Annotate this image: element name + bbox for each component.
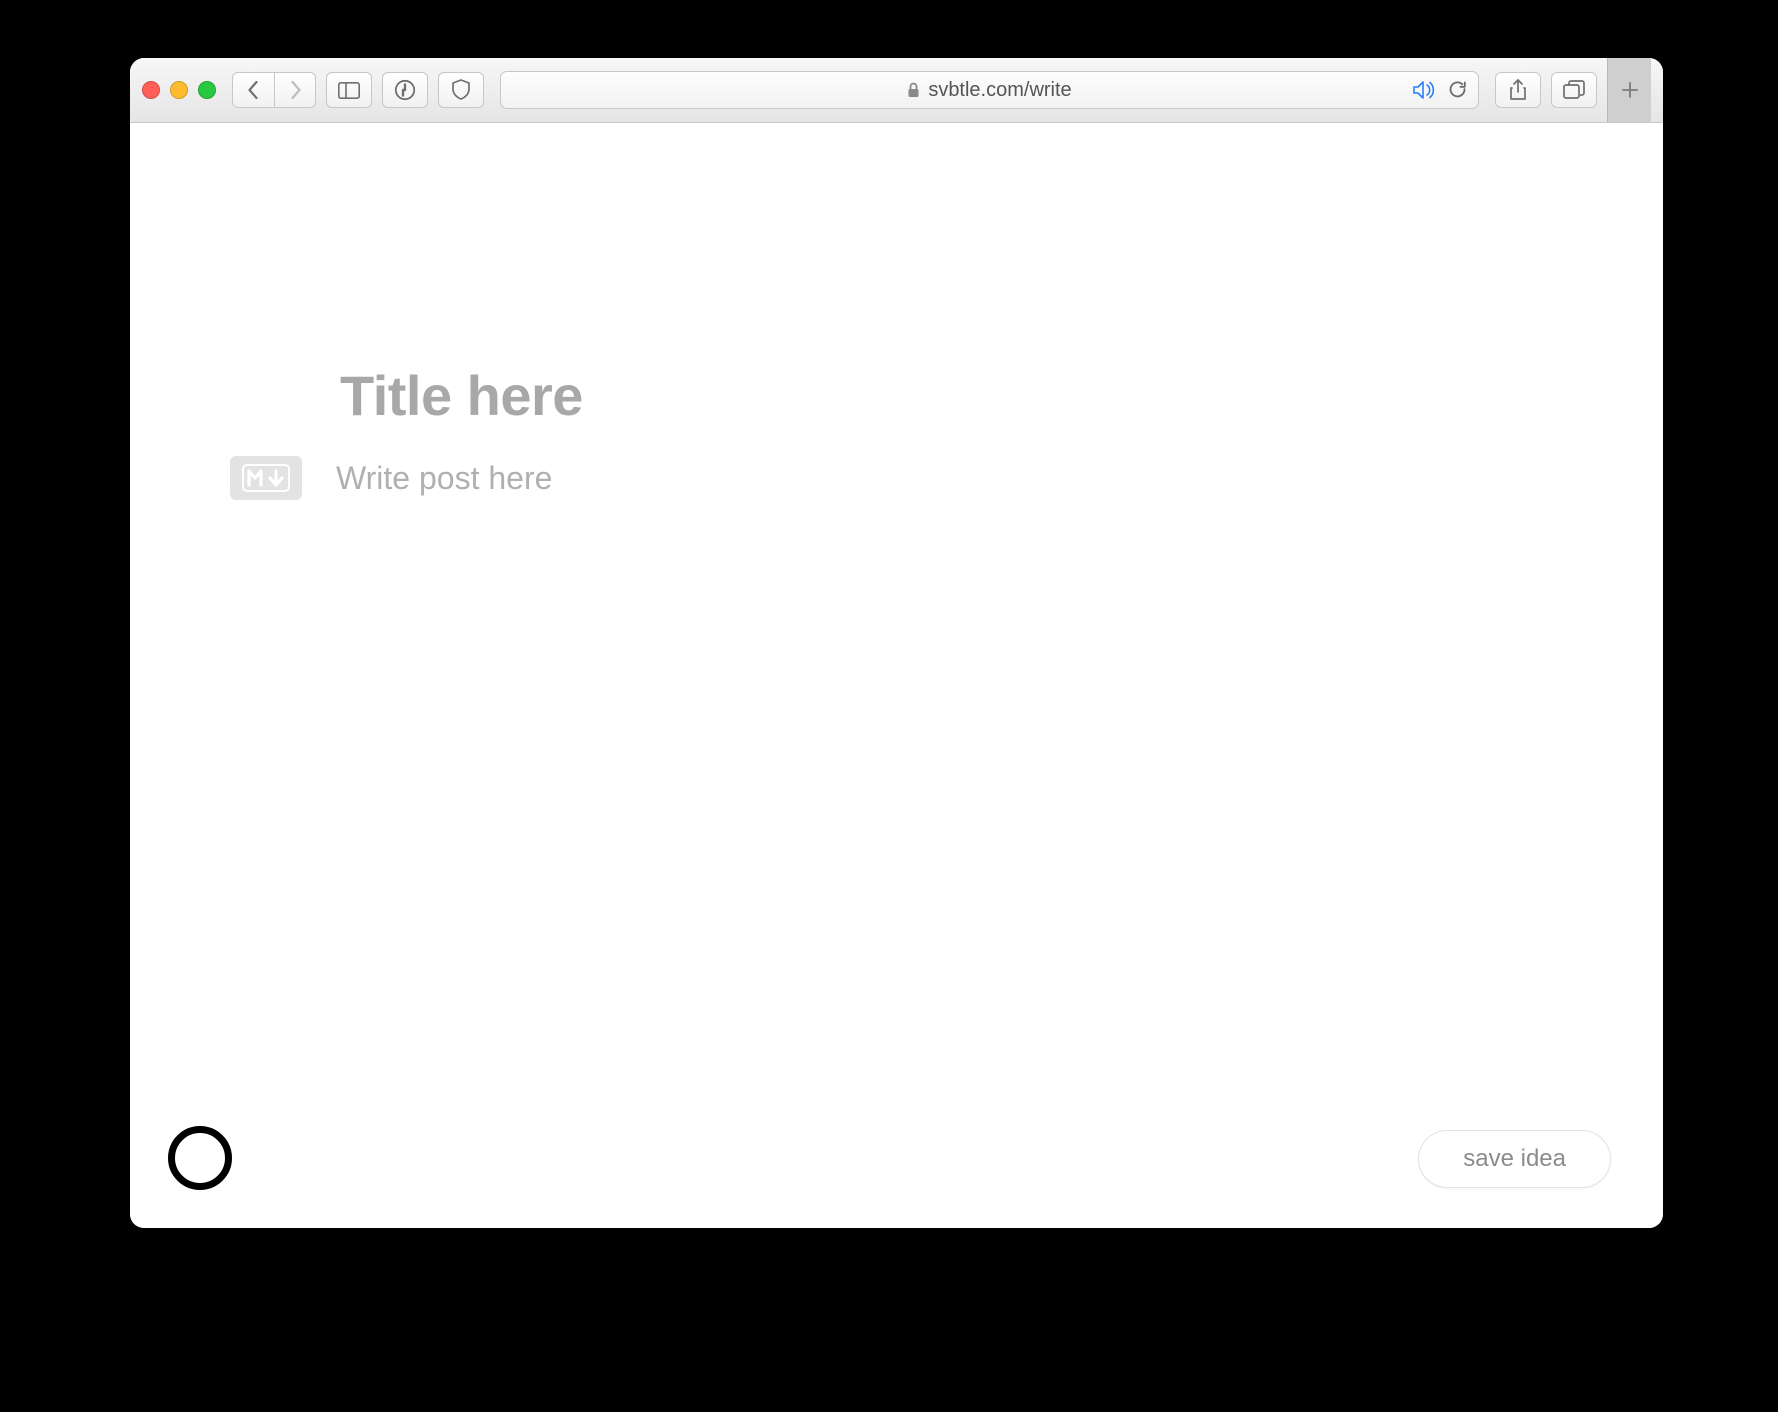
chevron-left-icon	[247, 81, 260, 99]
save-idea-button[interactable]: save idea	[1418, 1130, 1611, 1188]
address-bar[interactable]: svbtle.com/write	[500, 71, 1479, 109]
share-icon	[1509, 79, 1527, 101]
minimize-window-button[interactable]	[170, 81, 188, 99]
fullscreen-window-button[interactable]	[198, 81, 216, 99]
shield-icon	[451, 79, 471, 101]
browser-toolbar: svbtle.com/write	[130, 58, 1663, 123]
nav-buttons	[232, 72, 316, 108]
page-content: save idea	[130, 123, 1663, 1228]
onepassword-icon	[394, 79, 416, 101]
close-window-button[interactable]	[142, 81, 160, 99]
address-bar-content: svbtle.com/write	[907, 79, 1071, 102]
home-button[interactable]	[168, 1126, 232, 1190]
post-body-input[interactable]	[336, 456, 1493, 500]
markdown-toggle[interactable]	[230, 456, 302, 500]
post-title-input[interactable]	[340, 363, 1493, 428]
markdown-icon	[242, 464, 290, 492]
sidebar-toggle-button[interactable]	[326, 72, 372, 108]
window-controls	[142, 81, 216, 99]
onepassword-button[interactable]	[382, 72, 428, 108]
adblock-button[interactable]	[438, 72, 484, 108]
browser-window: svbtle.com/write	[130, 58, 1663, 1228]
back-button[interactable]	[232, 72, 274, 108]
sound-icon[interactable]	[1412, 80, 1436, 100]
post-editor	[340, 363, 1493, 500]
sidebar-icon	[338, 82, 360, 99]
url-text: svbtle.com/write	[928, 79, 1071, 102]
forward-button[interactable]	[274, 72, 316, 108]
new-tab-button[interactable]	[1607, 58, 1651, 122]
tabs-button[interactable]	[1551, 72, 1597, 108]
plus-icon	[1621, 81, 1639, 99]
lock-icon	[907, 82, 920, 98]
reload-icon	[1448, 80, 1468, 100]
chevron-right-icon	[289, 81, 302, 99]
share-button[interactable]	[1495, 72, 1541, 108]
tabs-icon	[1563, 80, 1585, 100]
reload-button[interactable]	[1448, 80, 1468, 100]
